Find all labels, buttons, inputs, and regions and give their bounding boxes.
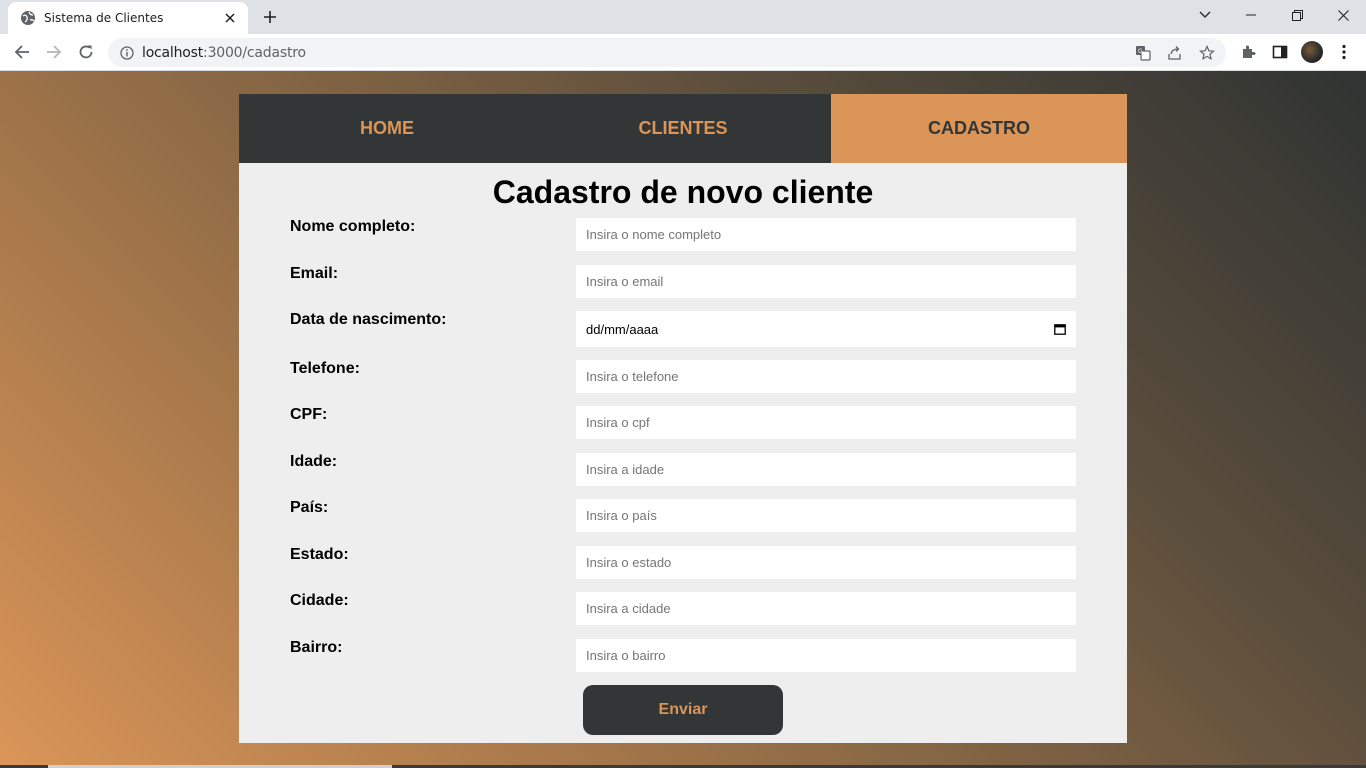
form-row-estado: Estado: <box>239 546 1127 580</box>
restore-icon[interactable] <box>1274 0 1320 30</box>
label-cpf: CPF: <box>290 406 328 423</box>
bairro-input[interactable] <box>576 639 1076 672</box>
avatar[interactable] <box>1301 41 1323 63</box>
back-arrow-icon[interactable] <box>8 38 36 66</box>
share-icon[interactable] <box>1166 44 1184 62</box>
form-row-telefone: Telefone: <box>239 360 1127 394</box>
form-row-pais: País: <box>239 499 1127 533</box>
pais-input[interactable] <box>576 499 1076 532</box>
browser-tab[interactable]: Sistema de Clientes <box>8 2 248 34</box>
tab-title: Sistema de Clientes <box>44 11 164 25</box>
label-pais: País: <box>290 499 329 516</box>
form-row-idade: Idade: <box>239 453 1127 487</box>
label-telefone: Telefone: <box>290 360 360 377</box>
calendar-icon[interactable] <box>1054 323 1066 335</box>
label-bairro: Bairro: <box>290 639 343 656</box>
nav-cadastro[interactable]: CADASTRO <box>831 94 1127 163</box>
chevron-down-icon[interactable] <box>1182 0 1228 30</box>
browser-tabstrip: Sistema de Clientes <box>0 0 1366 34</box>
form-row-email: Email: <box>239 265 1127 299</box>
cidade-input[interactable] <box>576 592 1076 625</box>
page-background: HOME CLIENTES CADASTRO Cadastro de novo … <box>0 71 1366 768</box>
form-row-cidade: Cidade: <box>239 592 1127 626</box>
nome-input[interactable] <box>576 218 1076 251</box>
forward-arrow-icon[interactable] <box>40 38 68 66</box>
submit-button[interactable]: Enviar <box>583 685 783 735</box>
extensions-icon[interactable] <box>1238 42 1258 62</box>
browser-toolbar: localhost:3000/cadastro G <box>0 34 1366 71</box>
plus-icon[interactable] <box>258 7 282 27</box>
minimize-icon[interactable] <box>1228 0 1274 30</box>
label-email: Email: <box>290 265 339 282</box>
star-icon[interactable] <box>1198 44 1216 62</box>
form-row-bairro: Bairro: <box>239 639 1127 673</box>
date-value: dd/mm/aaaa <box>586 321 659 337</box>
label-nascimento: Data de nascimento: <box>290 311 447 328</box>
url-text: localhost:3000/cadastro <box>142 45 306 61</box>
email-input[interactable] <box>576 265 1076 298</box>
address-bar[interactable]: localhost:3000/cadastro G <box>108 38 1226 67</box>
nav-clientes[interactable]: CLIENTES <box>535 94 831 163</box>
url-host: localhost <box>142 44 204 61</box>
label-estado: Estado: <box>290 546 349 563</box>
window-close-icon[interactable] <box>1320 0 1366 30</box>
reload-icon[interactable] <box>72 38 100 66</box>
label-nome: Nome completo: <box>290 218 416 235</box>
globe-icon <box>20 10 36 26</box>
label-cidade: Cidade: <box>290 592 349 609</box>
svg-text:G: G <box>1138 48 1143 55</box>
nav-home[interactable]: HOME <box>239 94 535 163</box>
side-panel-icon[interactable] <box>1270 42 1290 62</box>
nascimento-date-input[interactable]: dd/mm/aaaa <box>576 311 1076 347</box>
estado-input[interactable] <box>576 546 1076 579</box>
close-icon[interactable] <box>222 10 238 26</box>
telefone-input[interactable] <box>576 360 1076 393</box>
form-row-cpf: CPF: <box>239 406 1127 440</box>
url-path: :3000/cadastro <box>203 44 306 61</box>
page-title: Cadastro de novo cliente <box>492 174 874 210</box>
idade-input[interactable] <box>576 453 1076 486</box>
label-idade: Idade: <box>290 453 338 470</box>
top-nav: HOME CLIENTES CADASTRO <box>239 94 1127 163</box>
translate-icon[interactable]: G <box>1134 44 1152 62</box>
kebab-menu-icon[interactable] <box>1334 42 1354 62</box>
cpf-input[interactable] <box>576 406 1076 439</box>
form-row-nascimento: Data de nascimento: dd/mm/aaaa <box>239 311 1127 347</box>
main-card: HOME CLIENTES CADASTRO Cadastro de novo … <box>239 94 1127 743</box>
form-row-nome: Nome completo: <box>239 218 1127 252</box>
site-info-icon[interactable] <box>120 45 134 60</box>
